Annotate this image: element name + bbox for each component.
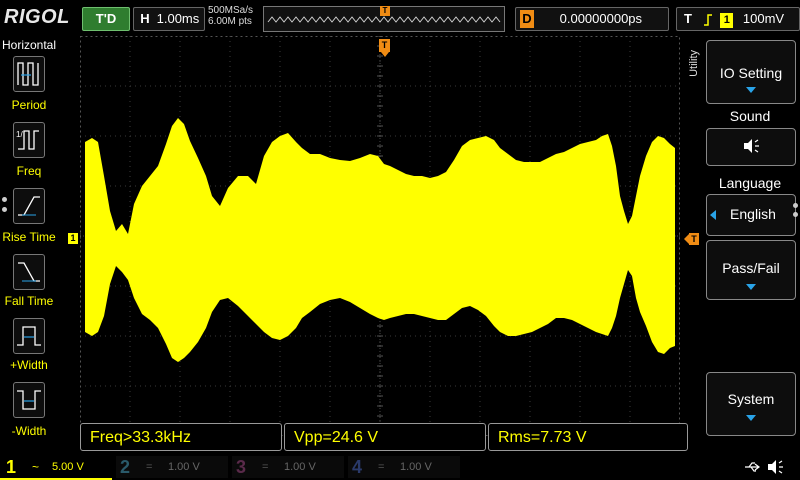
- horizontal-label: H: [140, 11, 150, 26]
- svg-text:1/: 1/: [16, 130, 23, 139]
- channel-2-number: 2: [120, 457, 131, 477]
- system-button[interactable]: System: [706, 372, 796, 436]
- language-button[interactable]: English: [706, 194, 796, 236]
- language-value: English: [730, 206, 776, 222]
- waveform-display[interactable]: [80, 36, 680, 456]
- menu-page-dot: [793, 203, 798, 208]
- period-label: Period: [11, 98, 47, 112]
- channel-2-tab[interactable]: 2 = 1.00 V: [116, 456, 228, 478]
- dc-coupling-icon: =: [378, 461, 385, 473]
- channel-4-tab[interactable]: 4 = 1.00 V: [348, 456, 460, 478]
- channel-1-scale: 5.00 V: [52, 461, 84, 473]
- channel-3-tab[interactable]: 3 = 1.00 V: [232, 456, 344, 478]
- rise-time-icon: [18, 196, 40, 216]
- channel-3-scale: 1.00 V: [284, 461, 316, 473]
- trigger-label: T: [684, 11, 692, 26]
- brand-logo: RIGOL: [4, 6, 70, 28]
- pass-fail-label: Pass/Fail: [722, 260, 780, 276]
- trigger-status-badge[interactable]: T'D: [82, 7, 130, 31]
- fall-time-label: Fall Time: [4, 294, 54, 308]
- io-setting-label: IO Setting: [719, 65, 783, 81]
- measurement-rms[interactable]: Rms=7.73 V: [488, 423, 688, 451]
- measurement-frequency[interactable]: Freq>33.3kHz: [80, 423, 282, 451]
- sound-button[interactable]: [706, 128, 796, 166]
- trigger-level: 100mV: [742, 11, 785, 26]
- chevron-down-icon: [746, 87, 756, 93]
- channel-1-tab[interactable]: 1 ~ 5.00 V: [0, 456, 112, 480]
- trigger-position-arrow: [381, 52, 389, 57]
- menu-header: Utility: [688, 50, 700, 77]
- sound-title: Sound: [729, 108, 771, 124]
- pass-fail-button[interactable]: Pass/Fail: [706, 240, 796, 300]
- measurement-vpp[interactable]: Vpp=24.6 V: [284, 423, 486, 451]
- channel-3-number: 3: [236, 457, 247, 477]
- trigger-display[interactable]: T 1 100mV: [676, 7, 800, 31]
- timebase-display[interactable]: H 1.00ms: [133, 7, 205, 31]
- rise-time-button[interactable]: [13, 188, 45, 224]
- negative-width-button[interactable]: [13, 382, 45, 418]
- menu-page-dot: [2, 197, 7, 202]
- dc-coupling-icon: =: [146, 461, 153, 473]
- delay-label: D: [520, 10, 534, 28]
- language-title: Language: [718, 175, 782, 191]
- period-icon: [17, 62, 39, 86]
- delay-value: 0.00000000ps: [559, 11, 643, 26]
- fall-time-button[interactable]: [13, 254, 45, 290]
- rise-time-label: Rise Time: [2, 230, 56, 244]
- timebase-value: 1.00ms: [156, 11, 200, 26]
- frequency-label: Freq: [16, 164, 42, 178]
- system-label: System: [727, 391, 775, 407]
- delay-display[interactable]: D 0.00000000ps: [515, 7, 669, 31]
- speaker-icon: [766, 459, 784, 480]
- memory-trigger-marker: T: [380, 6, 390, 16]
- ac-coupling-icon: ~: [32, 460, 40, 474]
- trigger-level-marker-label: T: [689, 233, 699, 245]
- menu-page-dot: [2, 207, 7, 212]
- sample-rate: 500MSa/s: [208, 5, 254, 16]
- memory-depth: 6.00M pts: [208, 16, 252, 27]
- left-panel-title: Horizontal: [2, 38, 57, 52]
- period-button[interactable]: [13, 56, 45, 92]
- channel-4-scale: 1.00 V: [400, 461, 432, 473]
- channel-1-waveform: [85, 118, 675, 362]
- trigger-position-marker[interactable]: T: [379, 39, 390, 52]
- io-setting-button[interactable]: IO Setting: [706, 40, 796, 104]
- channel-2-scale: 1.00 V: [168, 461, 200, 473]
- acquisition-info: 500MSa/s 6.00M pts: [208, 5, 253, 27]
- chevron-left-icon: [710, 210, 716, 220]
- negative-width-icon: [17, 390, 41, 410]
- positive-width-label: +Width: [10, 358, 48, 372]
- fall-time-icon: [18, 262, 40, 282]
- usb-icon: [744, 460, 762, 479]
- channel-1-number: 1: [6, 457, 17, 477]
- positive-width-icon: [17, 326, 41, 346]
- dc-coupling-icon: =: [262, 461, 269, 473]
- frequency-button[interactable]: 1/: [13, 122, 45, 158]
- negative-width-label: -Width: [11, 424, 47, 438]
- positive-width-button[interactable]: [13, 318, 45, 354]
- speaker-icon: [707, 138, 795, 159]
- menu-page-dot: [793, 212, 798, 217]
- rising-edge-icon: [703, 11, 717, 26]
- channel-1-offset-marker[interactable]: 1: [68, 233, 78, 244]
- trigger-channel-badge: 1: [720, 13, 734, 28]
- frequency-icon: 1/: [16, 130, 39, 150]
- channel-4-number: 4: [352, 457, 363, 477]
- chevron-down-icon: [746, 415, 756, 421]
- chevron-down-icon: [746, 284, 756, 290]
